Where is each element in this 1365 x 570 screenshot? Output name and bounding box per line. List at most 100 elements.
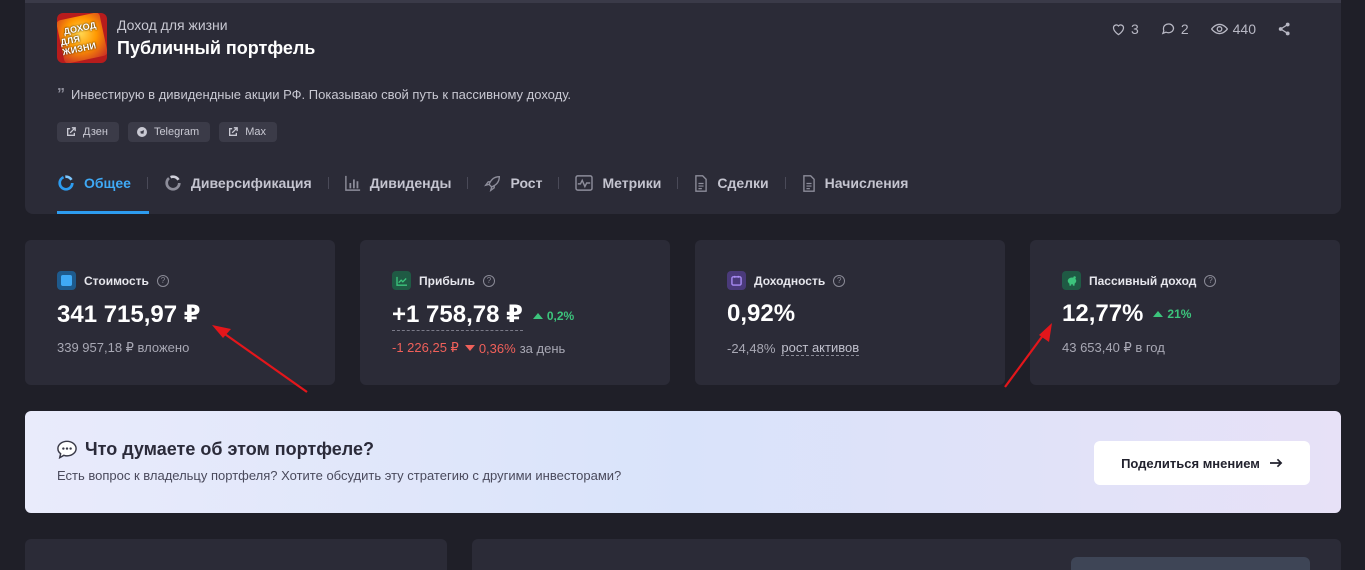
- active-tab-indicator: [57, 211, 149, 214]
- bottom-left-card: [25, 539, 447, 570]
- page-title: Публичный портфель: [117, 38, 316, 58]
- views-stat: 440: [1210, 21, 1256, 37]
- portfolio-value: 341 715,97 ₽: [57, 301, 201, 328]
- help-icon[interactable]: ?: [1204, 274, 1217, 287]
- tab-diversification[interactable]: Диверсификация: [164, 174, 312, 192]
- eye-icon: [1210, 23, 1228, 35]
- comments-count: 2: [1180, 21, 1189, 37]
- tab-dividends[interactable]: Дивиденды: [344, 175, 451, 191]
- tab-accruals[interactable]: Начисления: [802, 174, 909, 192]
- profit-delta: 0,2%: [532, 308, 575, 323]
- metric-cards: Стоимость ? 341 715,97 ₽ 339 957,18 ₽ вл…: [25, 240, 1340, 385]
- day-label: за день: [519, 340, 566, 356]
- card-profit: Прибыль ? +1 758,78 ₽ 0,2% -1 226,25 ₽ 0…: [360, 240, 670, 385]
- description-text: Инвестирую в дивидендные акции РФ. Показ…: [71, 87, 572, 102]
- card-value: Стоимость ? 341 715,97 ₽ 339 957,18 ₽ вл…: [25, 240, 335, 385]
- portfolio-description: ” Инвестирую в дивидендные акции РФ. Пок…: [57, 85, 572, 103]
- tab-divider: [327, 177, 329, 189]
- tab-general[interactable]: Общее: [57, 174, 131, 192]
- tab-metrics[interactable]: Метрики: [575, 175, 661, 191]
- help-icon[interactable]: ?: [483, 274, 495, 287]
- card-passive-sub: 43 653,40 ₽ в год: [1062, 340, 1165, 356]
- tab-divider: [677, 177, 679, 189]
- heart-icon: [1112, 24, 1125, 36]
- card-value-main: 341 715,97 ₽: [57, 300, 200, 329]
- external-link-icon: [229, 127, 239, 136]
- external-link-icon: [67, 127, 76, 136]
- link-telegram-label: Telegram: [153, 126, 200, 138]
- like-button[interactable]: 3: [1111, 21, 1139, 37]
- tab-diversification-label: Диверсификация: [190, 175, 312, 191]
- card-yield: Доходность ? 0,92% -24,48% рост активов: [695, 240, 1005, 385]
- banner-title: Что думаете об этом портфеле?: [57, 439, 374, 460]
- tab-divider: [467, 177, 469, 189]
- views-count: 440: [1232, 21, 1256, 37]
- rocket-icon: [484, 175, 501, 192]
- tab-accruals-label: Начисления: [824, 175, 909, 191]
- help-icon[interactable]: ?: [156, 274, 169, 287]
- asset-growth-link[interactable]: рост активов: [781, 340, 860, 356]
- passive-income-value: 12,77%: [1062, 300, 1144, 327]
- card-profit-label: Прибыль ?: [392, 271, 495, 290]
- portfolio-stats: 3 2 440: [1111, 21, 1291, 37]
- feedback-banner: Что думаете об этом портфеле? Есть вопро…: [25, 411, 1341, 513]
- card-passive-income: Пассивный доход ? 12,77% 21% 43 653,40 ₽…: [1030, 240, 1340, 385]
- share-opinion-label: Поделиться мнением: [1121, 455, 1260, 471]
- tab-divider: [558, 177, 560, 189]
- speech-bubble-icon: [57, 440, 77, 459]
- card-value-title: Стоимость: [84, 273, 149, 288]
- link-dzen-label: Дзен: [83, 126, 108, 138]
- quote-icon: ”: [57, 85, 65, 103]
- card-yield-main: 0,92%: [727, 300, 795, 328]
- profit-value[interactable]: +1 758,78 ₽: [392, 300, 523, 331]
- annual-income: 43 653,40 ₽ в год: [1062, 340, 1165, 355]
- likes-count: 3: [1131, 21, 1139, 37]
- yield-value: 0,92%: [727, 300, 796, 327]
- card-yield-sub: -24,48% рост активов: [727, 340, 860, 356]
- day-profit-amount: -1 226,25 ₽: [392, 340, 459, 355]
- arrow-right-icon: [1269, 458, 1283, 468]
- link-dzen[interactable]: Дзен: [57, 122, 119, 142]
- donut-chart-icon: [58, 175, 74, 191]
- document-icon: [695, 174, 708, 192]
- bar-chart-icon: [344, 175, 360, 191]
- share-button[interactable]: [1278, 22, 1291, 36]
- tab-divider: [784, 177, 786, 189]
- bottom-action-button[interactable]: [1071, 557, 1310, 570]
- banner-title-text: Что думаете об этом портфеле?: [85, 439, 374, 459]
- day-profit-delta: 0,36%: [464, 340, 516, 356]
- tab-growth[interactable]: Рост: [484, 175, 542, 192]
- link-max-label: Max: [245, 126, 266, 138]
- card-profit-sub: -1 226,25 ₽ 0,36% за день: [392, 340, 565, 356]
- link-max[interactable]: Max: [219, 122, 277, 142]
- portfolio-owner[interactable]: Доход для жизни: [117, 17, 228, 33]
- card-passive-label: Пассивный доход ?: [1062, 271, 1217, 290]
- card-yield-label: Доходность ?: [727, 271, 846, 290]
- tab-trades[interactable]: Сделки: [694, 174, 769, 192]
- document-icon: [802, 174, 815, 192]
- passive-delta-value: 21%: [1167, 307, 1192, 321]
- share-icon: [1278, 22, 1290, 36]
- help-icon[interactable]: ?: [833, 274, 846, 287]
- piggy-bank-icon: [1062, 271, 1081, 290]
- share-opinion-button[interactable]: Поделиться мнением: [1094, 441, 1310, 485]
- pulse-icon: [575, 175, 594, 191]
- tab-divider: [146, 177, 148, 189]
- portfolio-logo: ДОХОД ДЛЯ ЖИЗНИ: [57, 13, 107, 63]
- telegram-icon: [136, 127, 147, 137]
- tab-general-label: Общее: [84, 175, 131, 191]
- pie-chart-icon: [165, 175, 181, 191]
- portfolio-header-card: ДОХОД ДЛЯ ЖИЗНИ Доход для жизни Публичны…: [25, 0, 1341, 214]
- profit-delta-value: 0,2%: [546, 308, 575, 323]
- comments-button[interactable]: 2: [1161, 21, 1189, 37]
- comment-icon: [1161, 23, 1174, 35]
- day-profit-delta-value: 0,36%: [478, 340, 516, 356]
- card-value-label: Стоимость ?: [57, 271, 169, 290]
- link-telegram[interactable]: Telegram: [127, 122, 211, 142]
- tab-trades-label: Сделки: [717, 175, 769, 191]
- card-value-sub: 339 957,18 ₽ вложено: [57, 340, 189, 356]
- banner-text: Есть вопрос к владельцу портфеля? Хотите…: [57, 468, 622, 483]
- invested-amount: 339 957,18 ₽ вложено: [57, 340, 190, 355]
- wallet-icon: [57, 271, 76, 290]
- card-yield-title: Доходность: [754, 273, 826, 288]
